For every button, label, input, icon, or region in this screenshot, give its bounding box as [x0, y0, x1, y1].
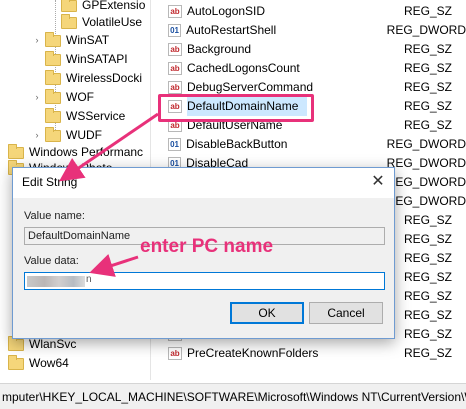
dialog-titlebar[interactable]: Edit String ✕	[13, 168, 394, 198]
tree-item-label: VolatileUse	[82, 15, 143, 29]
blurred-text	[27, 276, 85, 287]
value-type: REG_SZ	[404, 42, 453, 56]
ok-button[interactable]: OK	[230, 302, 304, 324]
tree-item-label: WOF	[66, 90, 94, 104]
folder-icon	[61, 13, 77, 29]
cancel-button[interactable]: Cancel	[309, 302, 383, 324]
value-name-label: Value name:	[24, 210, 85, 222]
value-type: REG_SZ	[404, 308, 453, 322]
tree-item-label: Wow64	[29, 356, 69, 370]
value-row[interactable]: ab Background REG_SZ	[156, 40, 466, 59]
value-type: REG_SZ	[404, 80, 453, 94]
dialog-title: Edit String	[22, 175, 78, 189]
tree-item-label: WinSATAPI	[66, 52, 128, 66]
value-name: DisableBackButton	[186, 137, 288, 151]
folder-icon	[45, 69, 61, 85]
value-type: REG_SZ	[404, 99, 453, 113]
value-type: REG_SZ	[404, 232, 453, 246]
tree-item-label: WirelessDocki	[66, 71, 143, 85]
value-type: REG_DWORD	[386, 175, 466, 189]
value-type: REG_SZ	[404, 251, 453, 265]
value-row[interactable]: ab PreCreateKnownFolders REG_SZ	[156, 344, 466, 363]
string-value-icon: ab	[168, 5, 182, 18]
folder-icon	[8, 143, 24, 159]
tree-item-winsat[interactable]: › WinSAT	[32, 31, 109, 50]
value-type: REG_DWORD	[386, 23, 466, 37]
value-type: REG_SZ	[404, 4, 453, 18]
close-icon[interactable]: ✕	[366, 171, 390, 193]
value-type: REG_SZ	[404, 270, 453, 284]
folder-icon	[61, 0, 77, 12]
value-data-text: n	[86, 274, 92, 285]
value-name: AutoLogonSID	[187, 4, 266, 18]
value-type: REG_SZ	[404, 118, 453, 132]
tree-item-volatileuser[interactable]: VolatileUse	[48, 13, 142, 32]
folder-icon	[45, 50, 61, 66]
annotation-label: enter PC name	[140, 236, 274, 257]
tree-item-label: WinSAT	[66, 33, 110, 47]
value-name: PreCreateKnownFolders	[187, 346, 319, 360]
value-row[interactable]: ab AutoLogonSID REG_SZ	[156, 2, 466, 21]
value-type: REG_SZ	[404, 61, 453, 75]
highlight-box	[158, 94, 314, 122]
value-name: AutoRestartShell	[186, 23, 277, 37]
value-type: REG_SZ	[404, 213, 453, 227]
value-name: CachedLogonsCount	[187, 61, 300, 75]
chevron-right-icon[interactable]: ›	[32, 88, 42, 107]
value-type: REG_DWORD	[386, 156, 466, 170]
folder-icon	[45, 88, 61, 104]
value-type: REG_DWORD	[386, 137, 466, 151]
dword-value-icon: 01	[168, 24, 182, 37]
tree-item-wirelessdocking[interactable]: WirelessDocki	[32, 69, 142, 88]
folder-icon	[45, 107, 61, 123]
string-value-icon: ab	[168, 62, 182, 75]
string-value-icon: ab	[168, 81, 182, 94]
tree-item-wsservice[interactable]: WSService	[32, 107, 125, 126]
regedit-window: GPExtensio VolatileUse › WinSAT WinSATAP…	[0, 0, 466, 409]
value-type: REG_DWORD	[386, 194, 466, 208]
string-value-icon: ab	[168, 43, 182, 56]
folder-icon	[8, 354, 24, 370]
value-type: REG_SZ	[404, 289, 453, 303]
tree-item-wof[interactable]: › WOF	[32, 88, 94, 107]
folder-icon	[45, 31, 61, 47]
value-type: REG_SZ	[404, 327, 453, 341]
string-value-icon: ab	[168, 347, 182, 360]
tree-item-wow64[interactable]: Wow64	[4, 354, 69, 373]
chevron-right-icon[interactable]: ›	[32, 31, 42, 50]
tree-item-winsatapi[interactable]: WinSATAPI	[32, 50, 128, 69]
folder-icon	[8, 335, 24, 351]
status-bar-path: mputer\HKEY_LOCAL_MACHINE\SOFTWARE\Micro…	[0, 383, 466, 409]
value-row[interactable]: 01 DisableBackButton REG_DWORD	[156, 135, 466, 154]
value-type: REG_SZ	[404, 346, 453, 360]
value-row[interactable]: ab CachedLogonsCount REG_SZ	[156, 59, 466, 78]
dword-value-icon: 01	[168, 138, 182, 151]
value-data-label: Value data:	[24, 255, 79, 267]
folder-icon	[45, 126, 61, 142]
value-data-input[interactable]: n	[24, 272, 385, 290]
tree-item-label: WSService	[66, 109, 126, 123]
value-name: Background	[187, 42, 252, 56]
value-row[interactable]: 01 AutoRestartShell REG_DWORD	[156, 21, 466, 40]
